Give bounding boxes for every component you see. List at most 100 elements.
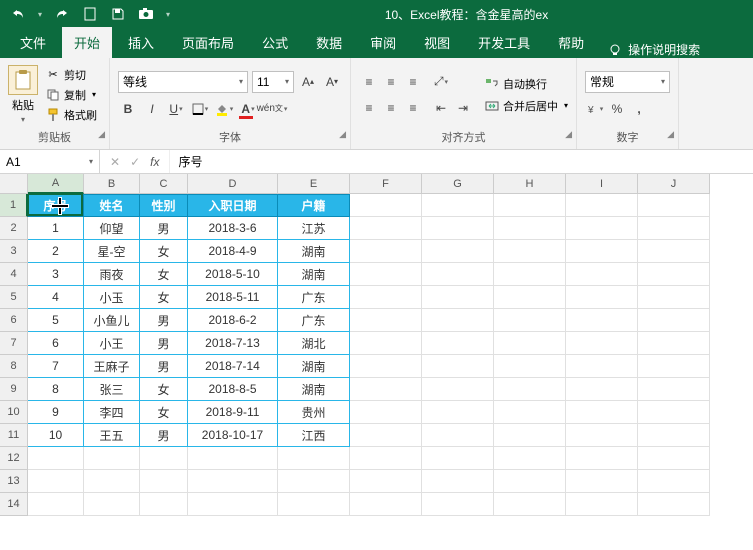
- copy-button[interactable]: 复制▾: [42, 86, 101, 104]
- number-format-combo[interactable]: 常规▾: [585, 71, 670, 93]
- cell[interactable]: [494, 424, 566, 447]
- cell[interactable]: [638, 309, 710, 332]
- cell[interactable]: [494, 355, 566, 378]
- tab-开发工具[interactable]: 开发工具: [466, 27, 542, 58]
- formula-input[interactable]: 序号: [170, 153, 753, 170]
- cell[interactable]: [422, 240, 494, 263]
- cell[interactable]: 男: [140, 355, 188, 378]
- decrease-font-icon[interactable]: A▾: [322, 72, 342, 92]
- cell[interactable]: [494, 217, 566, 240]
- cell[interactable]: [494, 194, 566, 217]
- cell[interactable]: 湖北: [278, 332, 350, 355]
- name-box[interactable]: A1▾: [0, 150, 100, 173]
- cell[interactable]: [84, 470, 140, 493]
- cell[interactable]: 李四: [84, 401, 140, 424]
- col-header-C[interactable]: C: [140, 174, 188, 194]
- cell[interactable]: 2018-3-6: [188, 217, 278, 240]
- cell[interactable]: 湖南: [278, 355, 350, 378]
- camera-icon[interactable]: [138, 6, 154, 22]
- row-header-4[interactable]: 4: [0, 263, 28, 286]
- decrease-indent-icon[interactable]: ⇤: [431, 98, 451, 118]
- cell[interactable]: 性别: [140, 194, 188, 217]
- cell[interactable]: [494, 378, 566, 401]
- row-header-13[interactable]: 13: [0, 470, 28, 493]
- paste-icon[interactable]: [8, 65, 38, 95]
- cell[interactable]: 4: [28, 286, 84, 309]
- cell[interactable]: [566, 263, 638, 286]
- cell[interactable]: 2018-6-2: [188, 309, 278, 332]
- row-header-2[interactable]: 2: [0, 217, 28, 240]
- cell[interactable]: [494, 493, 566, 516]
- cell[interactable]: [350, 286, 422, 309]
- cell[interactable]: 湖南: [278, 240, 350, 263]
- cell[interactable]: 5: [28, 309, 84, 332]
- cell[interactable]: 1: [28, 217, 84, 240]
- tab-帮助[interactable]: 帮助: [546, 27, 596, 58]
- col-header-B[interactable]: B: [84, 174, 140, 194]
- cell[interactable]: [422, 309, 494, 332]
- row-header-1[interactable]: 1: [0, 194, 28, 217]
- cell[interactable]: [566, 493, 638, 516]
- cell[interactable]: [188, 493, 278, 516]
- cell[interactable]: [350, 194, 422, 217]
- col-header-E[interactable]: E: [278, 174, 350, 194]
- cell[interactable]: [638, 378, 710, 401]
- border-button[interactable]: [190, 99, 210, 119]
- cut-button[interactable]: ✂剪切: [42, 66, 101, 84]
- cell[interactable]: [350, 217, 422, 240]
- cell[interactable]: [638, 286, 710, 309]
- cell[interactable]: [422, 470, 494, 493]
- cell[interactable]: [638, 424, 710, 447]
- row-header-10[interactable]: 10: [0, 401, 28, 424]
- cell[interactable]: 10: [28, 424, 84, 447]
- col-header-I[interactable]: I: [566, 174, 638, 194]
- align-center-icon[interactable]: ≡: [381, 98, 401, 118]
- cell[interactable]: 7: [28, 355, 84, 378]
- cell[interactable]: [638, 263, 710, 286]
- cell[interactable]: [566, 378, 638, 401]
- qat-customize-icon[interactable]: ▾: [166, 10, 170, 19]
- cell[interactable]: 女: [140, 286, 188, 309]
- tell-me-search[interactable]: 操作说明搜索: [608, 41, 700, 58]
- col-header-A[interactable]: A: [28, 174, 84, 194]
- cell[interactable]: 小玉: [84, 286, 140, 309]
- tab-视图[interactable]: 视图: [412, 27, 462, 58]
- cell[interactable]: 2018-4-9: [188, 240, 278, 263]
- new-icon[interactable]: [82, 6, 98, 22]
- row-header-9[interactable]: 9: [0, 378, 28, 401]
- cell[interactable]: [422, 378, 494, 401]
- align-bottom-icon[interactable]: ≡: [403, 72, 423, 92]
- cell[interactable]: [278, 447, 350, 470]
- cell[interactable]: [350, 470, 422, 493]
- enter-icon[interactable]: ✓: [130, 155, 140, 169]
- cell[interactable]: [494, 470, 566, 493]
- merge-center-button[interactable]: 合并后居中▾: [485, 98, 568, 114]
- cell[interactable]: 仰望: [84, 217, 140, 240]
- cell[interactable]: 姓名: [84, 194, 140, 217]
- row-header-14[interactable]: 14: [0, 493, 28, 516]
- undo-icon[interactable]: [10, 6, 26, 22]
- cell[interactable]: 王麻子: [84, 355, 140, 378]
- row-header-11[interactable]: 11: [0, 424, 28, 447]
- cell[interactable]: [638, 217, 710, 240]
- fx-icon[interactable]: fx: [150, 155, 159, 169]
- cell[interactable]: 入职日期: [188, 194, 278, 217]
- cells-area[interactable]: 序号姓名性别入职日期户籍1仰望男2018-3-6江苏2星-空女2018-4-9湖…: [28, 194, 753, 516]
- cell[interactable]: 湖南: [278, 263, 350, 286]
- cell[interactable]: 江西: [278, 424, 350, 447]
- cell[interactable]: 男: [140, 332, 188, 355]
- cell[interactable]: [638, 194, 710, 217]
- cell[interactable]: [422, 493, 494, 516]
- cell[interactable]: [566, 447, 638, 470]
- cell[interactable]: [278, 493, 350, 516]
- cell[interactable]: [494, 447, 566, 470]
- cell[interactable]: [566, 424, 638, 447]
- col-header-J[interactable]: J: [638, 174, 710, 194]
- cell[interactable]: [422, 194, 494, 217]
- cell[interactable]: [28, 493, 84, 516]
- cell[interactable]: [566, 332, 638, 355]
- cell[interactable]: 2018-10-17: [188, 424, 278, 447]
- wrap-text-button[interactable]: 自动换行: [485, 76, 568, 92]
- cell[interactable]: 贵州: [278, 401, 350, 424]
- cell[interactable]: 2018-5-11: [188, 286, 278, 309]
